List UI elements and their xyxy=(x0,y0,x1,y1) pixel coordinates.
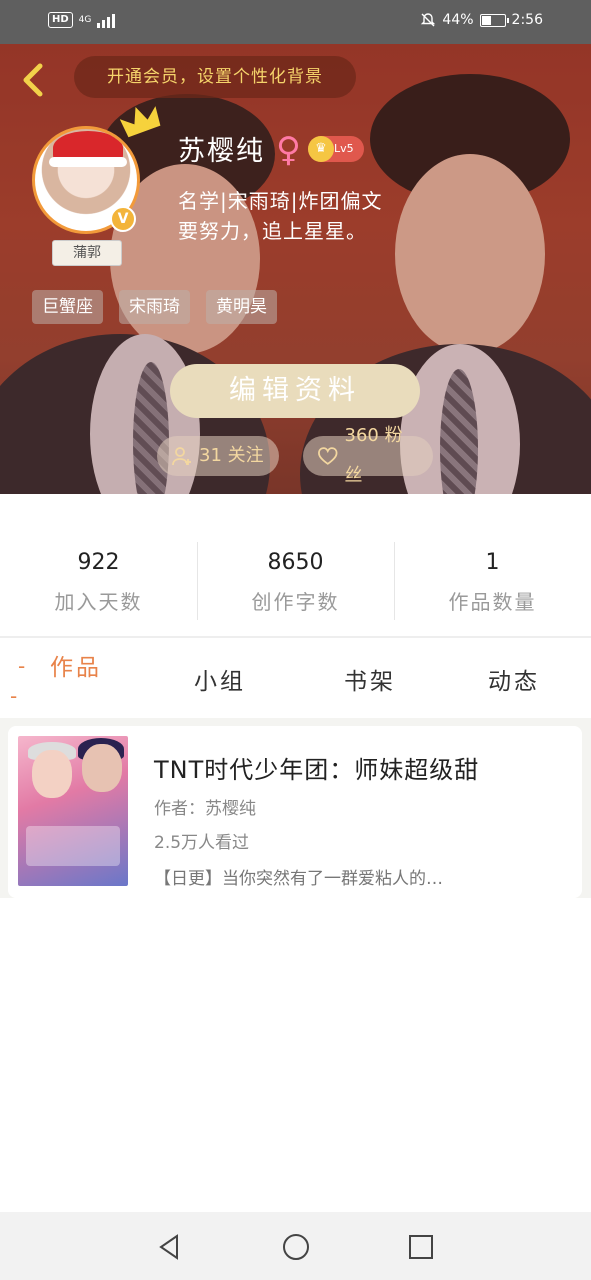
profile-tags: 巨蟹座 宋雨琦 黄明昊 xyxy=(32,290,277,324)
battery-icon xyxy=(479,13,509,27)
stat-value: 922 xyxy=(77,550,120,575)
tab-works[interactable]: 作品 xyxy=(50,648,102,682)
system-nav-bar xyxy=(0,1212,591,1280)
vip-crown-icon: ♛ xyxy=(308,136,334,162)
work-title: TNT时代少年团：师妹超级甜 xyxy=(154,756,480,784)
fans-button[interactable]: 360 粉丝 xyxy=(303,425,433,486)
battery-percent: 44% xyxy=(442,12,474,28)
network-type: 4G xyxy=(78,15,92,25)
verified-badge: V xyxy=(110,206,136,232)
edit-profile-button[interactable]: 编辑资料 xyxy=(170,364,420,418)
work-card[interactable]: TNT时代少年团：师妹超级甜 作者：苏樱纯 2.5万人看过 【日更】当你突然有了… xyxy=(8,726,582,898)
back-triangle-icon[interactable] xyxy=(155,1232,185,1262)
stat-value: 1 xyxy=(485,550,500,575)
bio-line: 名学|宋雨琦|炸团偏文 xyxy=(178,189,383,213)
following-button[interactable]: 31 关注 xyxy=(157,436,279,476)
divider xyxy=(0,636,591,638)
tag[interactable]: 宋雨琦 xyxy=(119,290,190,324)
vip-background-prompt[interactable]: 开通会员，设置个性化背景 xyxy=(74,56,356,98)
active-tab-marker: - xyxy=(18,654,26,678)
tab-activity[interactable]: 动态 xyxy=(488,662,540,696)
following-label: 31 关注 xyxy=(199,445,264,466)
recents-square-icon[interactable] xyxy=(406,1232,436,1262)
heart-icon xyxy=(318,447,338,465)
hd-indicator: HD xyxy=(48,12,73,28)
work-author: 作者：苏樱纯 xyxy=(154,799,256,819)
crown-icon xyxy=(120,106,161,138)
signal-icon xyxy=(97,12,116,28)
work-description: 【日更】当你突然有了一群爱粘人的… xyxy=(154,869,443,889)
profile-header: 开通会员，设置个性化背景 V 蒲郭 苏樱纯 ♀ ♛ Lv5 名学|宋雨琦|炸团偏… xyxy=(0,44,591,494)
chevron-left-icon xyxy=(23,63,43,97)
stat-label: 作品数量 xyxy=(448,590,537,614)
stat-value: 8650 xyxy=(267,550,324,575)
fans-label: 360 粉丝 xyxy=(344,425,403,486)
work-views: 2.5万人看过 xyxy=(154,833,250,853)
status-bar: HD 4G 44% 2:56 xyxy=(0,0,591,44)
stat-days-joined: 922 加入天数 xyxy=(0,522,197,632)
active-tab-marker: - xyxy=(10,684,18,708)
tag[interactable]: 巨蟹座 xyxy=(32,290,103,324)
username: 苏樱纯 xyxy=(178,136,265,167)
tab-bookshelf[interactable]: 书架 xyxy=(344,662,396,696)
level-label: Lv5 xyxy=(334,142,354,155)
stat-label: 创作字数 xyxy=(251,590,340,614)
back-button[interactable] xyxy=(18,60,52,100)
mute-bell-icon xyxy=(421,13,436,27)
stat-label: 加入天数 xyxy=(54,590,143,614)
tab-groups[interactable]: 小组 xyxy=(194,662,246,696)
stat-word-count: 8650 创作字数 xyxy=(197,522,394,632)
add-user-icon xyxy=(172,447,191,466)
clock: 2:56 xyxy=(511,12,543,28)
avatar-tag: 蒲郭 xyxy=(52,240,122,266)
bio-line: 要努力，追上星星。 xyxy=(178,219,367,243)
book-cover xyxy=(18,736,128,886)
content-tabs: - 作品 - 小组 书架 动态 xyxy=(0,640,591,718)
bio: 名学|宋雨琦|炸团偏文 要努力，追上星星。 xyxy=(178,186,438,246)
tag[interactable]: 黄明昊 xyxy=(206,290,277,324)
home-circle-icon[interactable] xyxy=(281,1232,311,1262)
female-icon: ♀ xyxy=(276,130,301,170)
stat-works-count: 1 作品数量 xyxy=(394,522,591,632)
stats-row: 922 加入天数 8650 创作字数 1 作品数量 xyxy=(0,522,591,632)
level-badge[interactable]: ♛ Lv5 xyxy=(308,136,364,162)
